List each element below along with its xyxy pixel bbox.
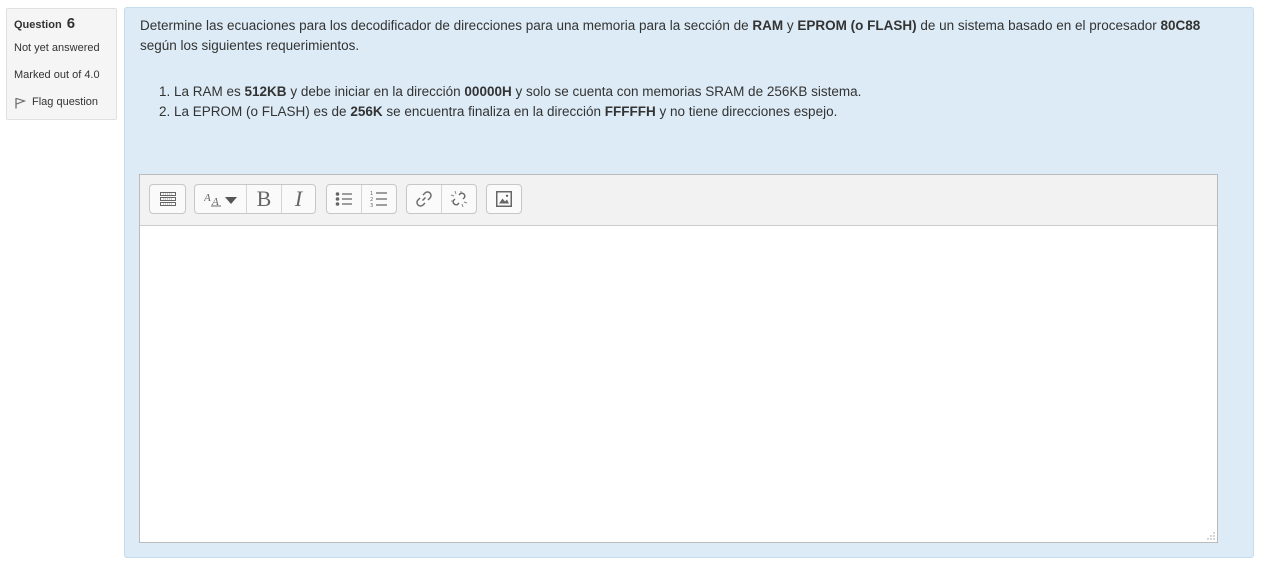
link-button[interactable] (407, 185, 442, 213)
item-segment: y debe iniciar en la dirección (286, 84, 465, 99)
unlink-button[interactable] (442, 185, 476, 213)
resize-handle-icon[interactable] (1207, 532, 1215, 540)
font-style-icon: A A (204, 192, 237, 207)
intro-bold-segment: RAM (752, 18, 784, 33)
question-state: Not yet answered (14, 42, 100, 54)
requirement-item: La EPROM (o FLASH) es de 256K se encuent… (174, 102, 1230, 122)
intro-bold-segment: EPROM (o FLASH) (797, 18, 917, 33)
unlink-icon (450, 190, 468, 208)
toolbar-group-lists: 1 2 3 (326, 184, 397, 214)
toolbar-group-toggle (149, 184, 186, 214)
image-icon (496, 191, 512, 207)
italic-icon: I (294, 186, 303, 211)
toolbar-group-media (486, 184, 522, 214)
bold-button[interactable]: B (247, 185, 282, 213)
link-icon (416, 191, 432, 207)
toolbar-group-links (406, 184, 477, 214)
item-segment: y solo se cuenta con memorias SRAM de 25… (511, 84, 862, 99)
question-intro: Determine las ecuaciones para los decodi… (140, 16, 1230, 56)
flag-question-link[interactable]: Flag question (14, 96, 116, 109)
item-segment: se encuentra finaliza en la dirección (382, 104, 605, 119)
intro-bold-segment: 80C88 (1160, 18, 1201, 33)
unordered-list-icon (335, 192, 352, 206)
flag-icon (15, 97, 26, 108)
ordered-list-button[interactable]: 1 2 3 (362, 185, 396, 213)
unordered-list-button[interactable] (327, 185, 362, 213)
intro-segment: y (783, 18, 798, 33)
question-number: 6 (66, 15, 76, 32)
svg-text:3: 3 (370, 203, 373, 208)
item-bold-segment: 256K (350, 104, 383, 119)
toolbar-toggle-icon (159, 192, 176, 206)
question-label: Question (14, 19, 62, 31)
bold-icon: B (256, 186, 272, 211)
requirement-item: La RAM es 512KB y debe iniciar en la dir… (174, 82, 1230, 102)
intro-segment: de un sistema basado en el procesador (916, 18, 1161, 33)
svg-text:A: A (204, 192, 211, 204)
italic-button[interactable]: I (282, 185, 315, 213)
intro-segment: según los siguientes requerimientos. (140, 38, 360, 53)
item-segment: y no tiene direcciones espejo. (655, 104, 838, 119)
item-bold-segment: FFFFFH (604, 104, 656, 119)
item-segment: La RAM es (174, 84, 245, 99)
question-grade: Marked out of 4.0 (14, 69, 100, 81)
intro-segment: Determine las ecuaciones para los decodi… (140, 18, 753, 33)
question-info-panel: Question 6 Not yet answered Marked out o… (6, 8, 117, 120)
toolbar-toggle-button[interactable] (150, 185, 185, 213)
answer-textarea[interactable] (140, 226, 1217, 542)
flag-question-label: Flag question (32, 96, 99, 108)
svg-text:A: A (211, 196, 219, 207)
ordered-list-icon: 1 2 3 (370, 191, 387, 208)
requirements-list: La RAM es 512KB y debe iniciar en la dir… (140, 82, 1230, 122)
question-number-heading: Question 6 (14, 15, 116, 33)
answer-editor: A A B I 1 2 3 (139, 174, 1218, 543)
item-segment: La EPROM (o FLASH) es de (174, 104, 351, 119)
question-text: Determine las ecuaciones para los decodi… (140, 16, 1230, 122)
item-bold-segment: 00000H (464, 84, 512, 99)
font-style-button[interactable]: A A (195, 185, 247, 213)
insert-image-button[interactable] (487, 185, 521, 213)
editor-toolbar: A A B I 1 2 3 (140, 175, 1217, 226)
item-bold-segment: 512KB (244, 84, 287, 99)
question-content: Determine las ecuaciones para los decodi… (124, 7, 1254, 558)
toolbar-group-format: A A B I (194, 184, 316, 214)
